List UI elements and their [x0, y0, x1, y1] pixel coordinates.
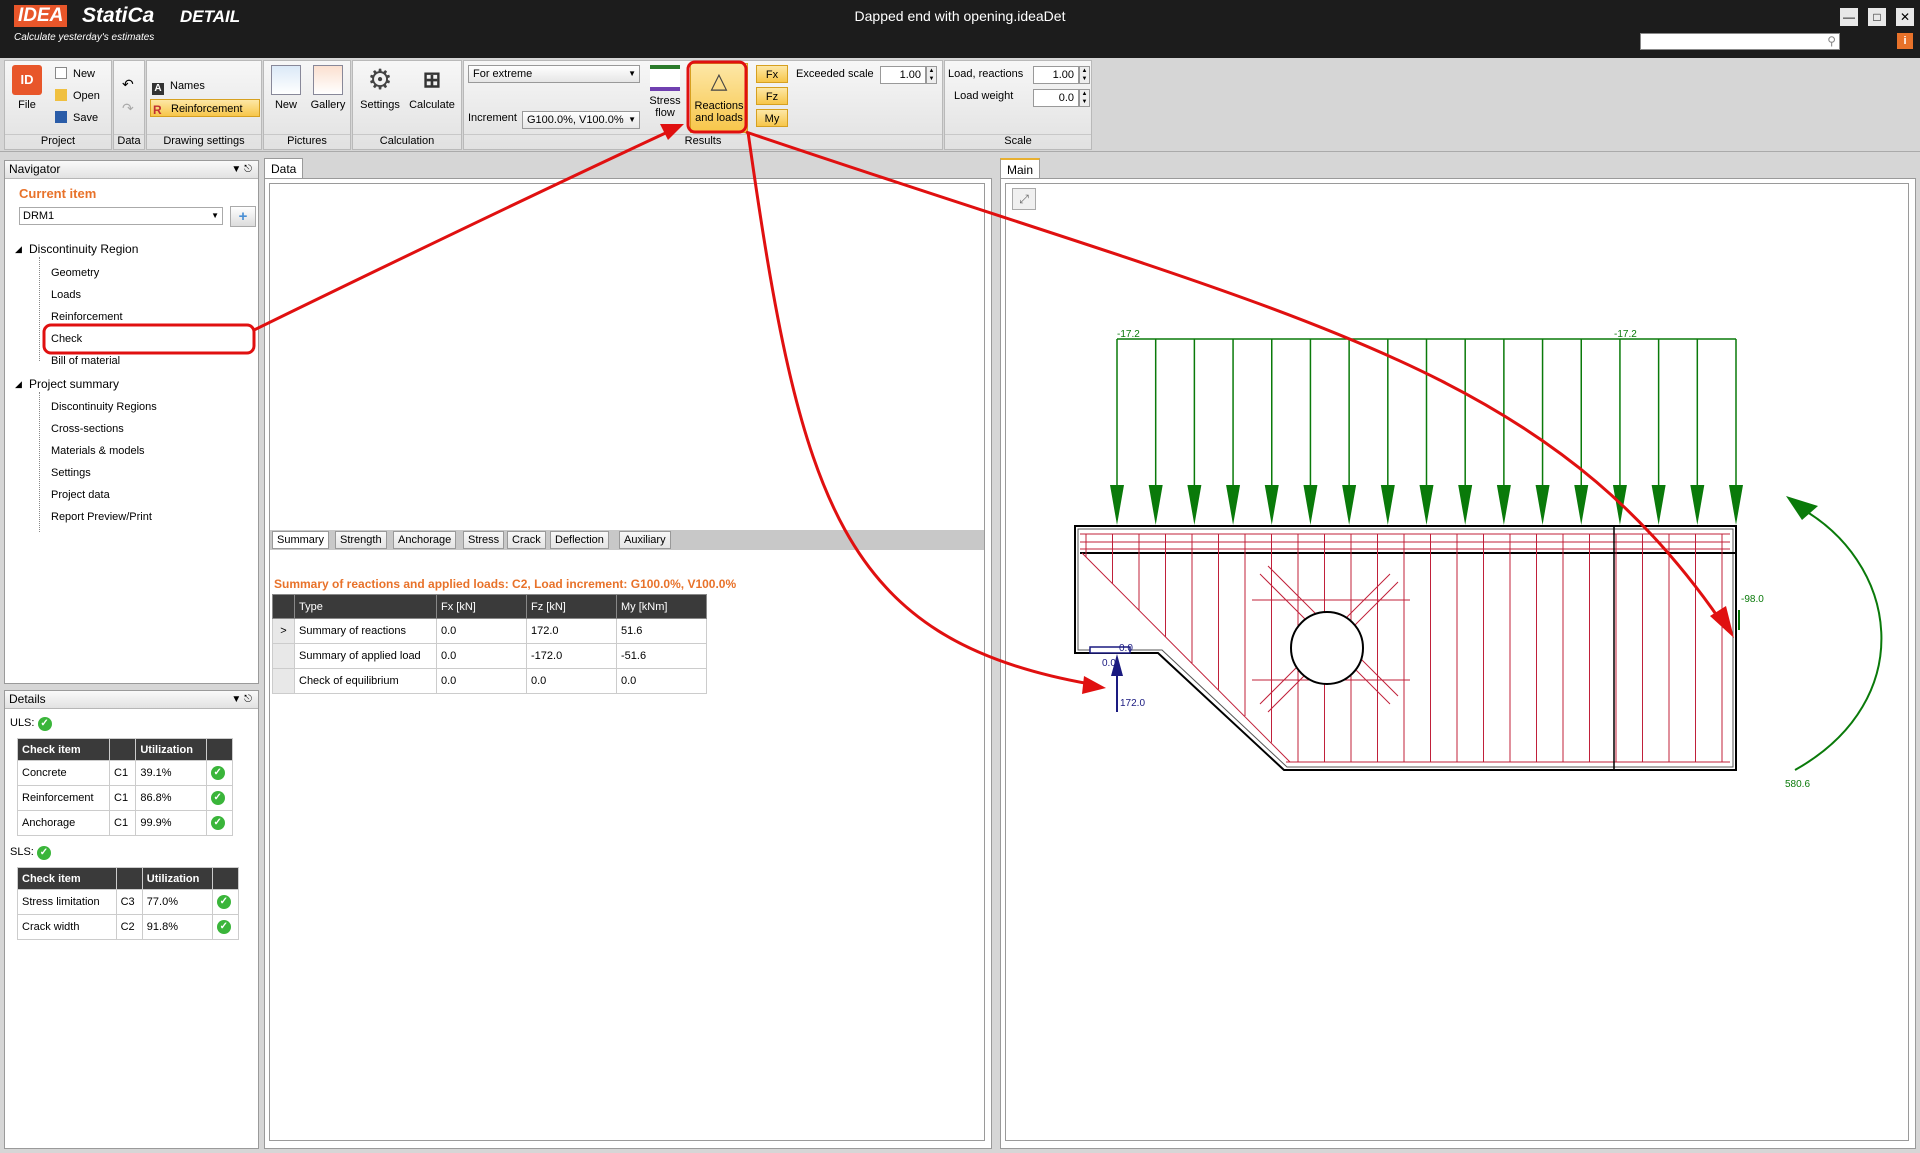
moment: -98.0 580.6: [1738, 496, 1883, 790]
load-arrow-head: [1110, 485, 1124, 525]
annotation-arrow-2-head: [1082, 676, 1106, 694]
opening-hole: [1290, 611, 1364, 685]
load-arrow-head: [1342, 485, 1357, 525]
load-arrow-head: [1690, 485, 1705, 525]
load-arrows: [1110, 339, 1743, 525]
annotation-arrow-2: [746, 131, 1091, 686]
load-arrow-head: [1419, 485, 1434, 525]
load-arrow-head: [1303, 485, 1318, 525]
load-arrow-head: [1187, 485, 1202, 525]
load-arrow-head: [1574, 485, 1589, 525]
member-outline: [1074, 525, 1737, 771]
reaction-label: 172.0: [1120, 698, 1145, 709]
concrete-outline: [1074, 525, 1737, 771]
annotation-arrow-1-head: [660, 124, 684, 140]
load-arrow-head: [1458, 485, 1473, 525]
moment-value-label: 580.6: [1785, 779, 1810, 790]
moment-label: -98.0: [1741, 594, 1764, 605]
distributed-load: -17.2 -17.2: [1110, 329, 1743, 525]
annotation-arrow-1: [253, 128, 673, 332]
load-arrow-head: [1651, 485, 1666, 525]
check-highlight: [42, 323, 256, 355]
load-arrow-head: [1264, 485, 1279, 525]
structure-drawing: -17.2 -17.2 0.0 0.0 172.0 -98.0 580.6: [42, 60, 1883, 790]
load-arrow-head: [1226, 485, 1241, 525]
reactions-highlight: [686, 60, 748, 134]
load-arrow-head: [1380, 485, 1395, 525]
load-arrow-head: [1729, 485, 1743, 525]
support-label-a: 0.0: [1119, 643, 1133, 654]
load-arrow-head: [1535, 485, 1550, 525]
load-label-right: -17.2: [1614, 329, 1637, 340]
load-arrow-head: [1148, 485, 1163, 525]
moment-arc: [1794, 504, 1883, 771]
load-label-left: -17.2: [1117, 329, 1140, 340]
load-arrow-head: [1496, 485, 1511, 525]
